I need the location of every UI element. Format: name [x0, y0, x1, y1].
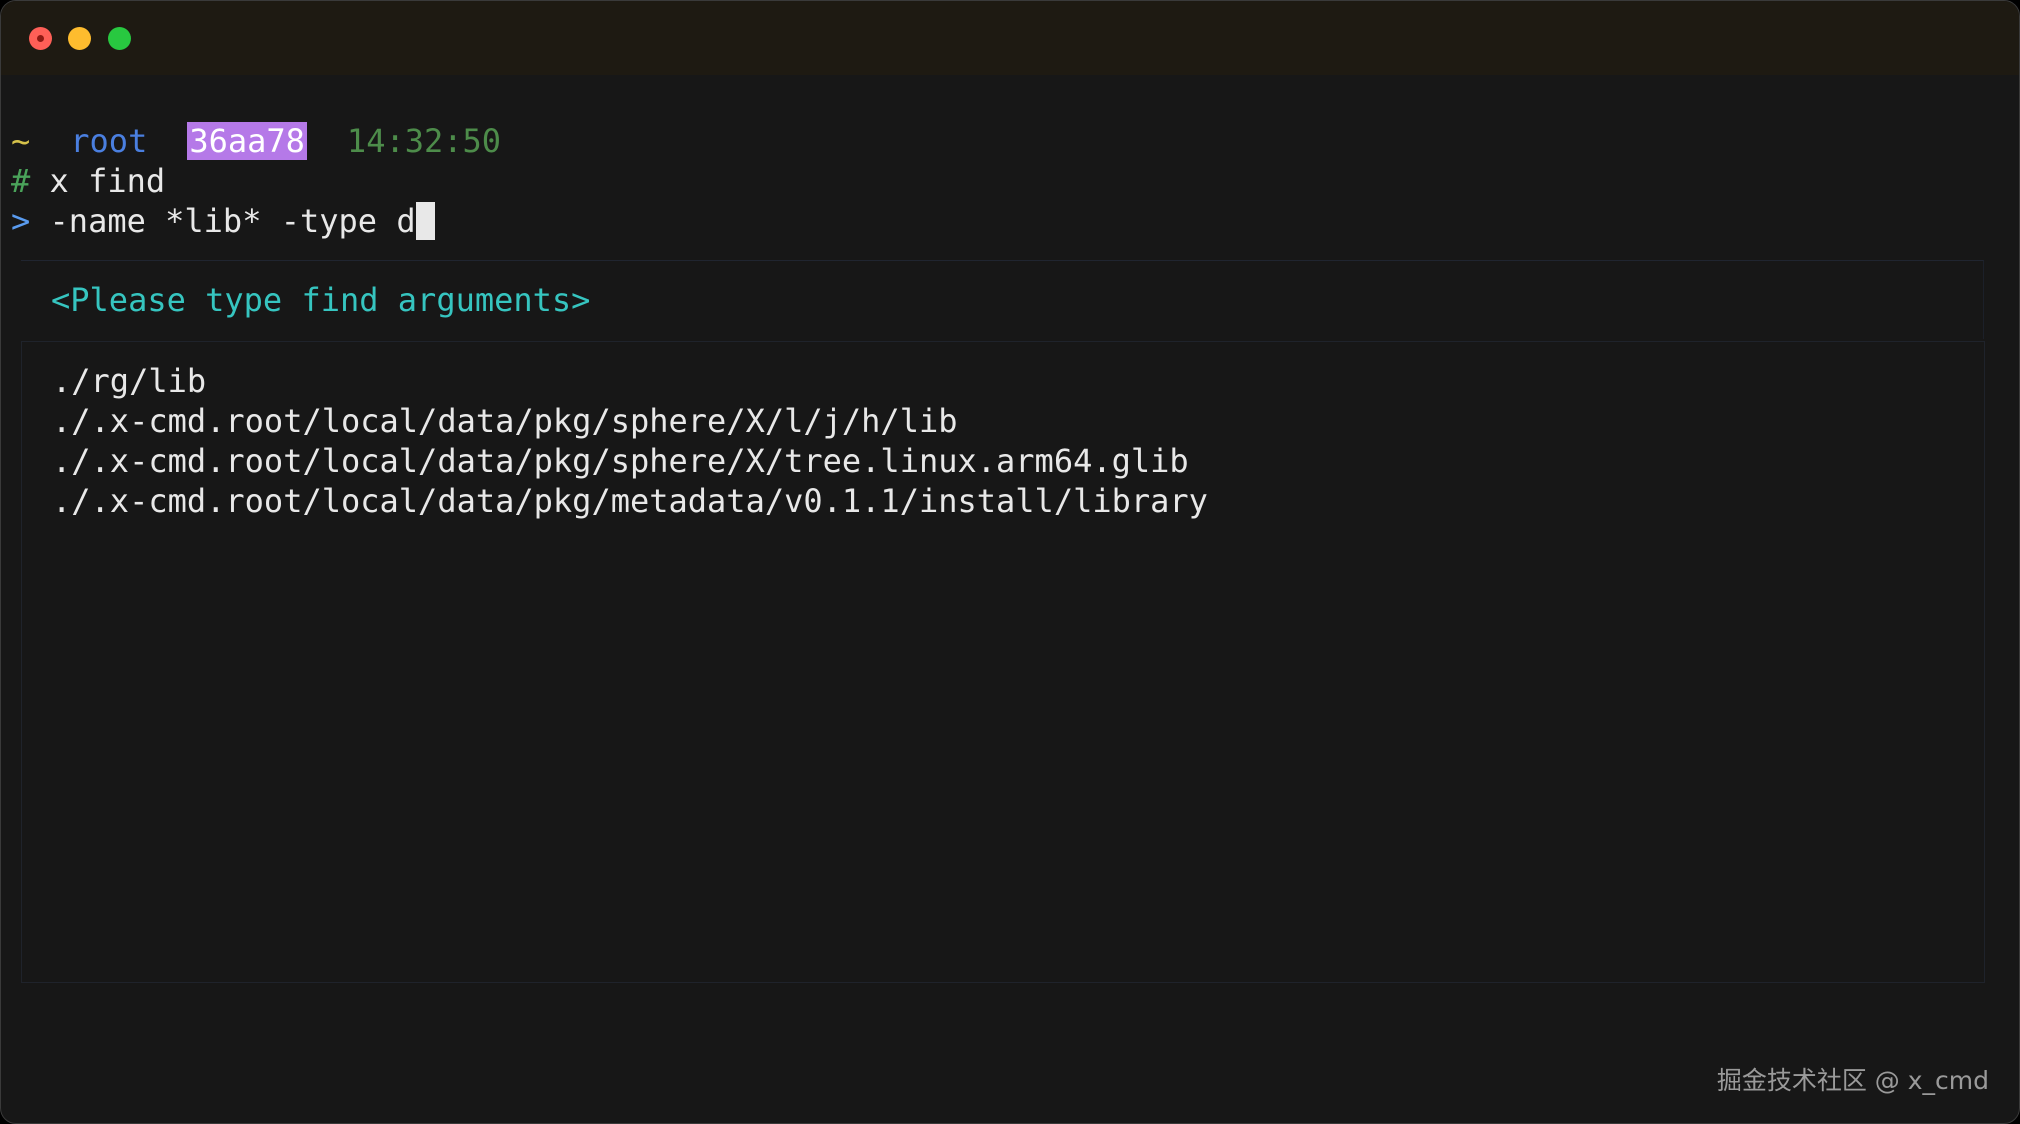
command-symbol: # [11, 162, 31, 200]
shell-prompt: ~ root 36aa78 14:32:50 [11, 121, 501, 161]
results-panel: ./rg/lib ./.x-cmd.root/local/data/pkg/sp… [21, 341, 1985, 983]
minimize-button[interactable] [68, 27, 91, 50]
command-text: x find [49, 162, 166, 200]
argument-input-line[interactable]: > -name *lib* -type d [11, 201, 435, 241]
argument-input-value[interactable]: -name *lib* -type d [50, 202, 416, 240]
result-item[interactable]: ./.x-cmd.root/local/data/pkg/metadata/v0… [52, 481, 1208, 521]
prompt-user: root [70, 122, 148, 160]
close-button[interactable] [29, 27, 52, 50]
zoom-button[interactable] [108, 27, 131, 50]
input-symbol: > [11, 202, 31, 240]
prompt-host-badge: 36aa78 [187, 122, 307, 160]
home-directory-indicator: ~ [11, 122, 31, 160]
command-line: # x find [11, 161, 165, 201]
title-bar[interactable] [1, 1, 2019, 75]
hint-panel: <Please type find arguments> [21, 260, 1984, 339]
result-item[interactable]: ./.x-cmd.root/local/data/pkg/sphere/X/tr… [52, 441, 1189, 481]
prompt-time: 14:32:50 [346, 122, 502, 160]
text-cursor [415, 202, 435, 240]
result-item[interactable]: ./rg/lib [52, 361, 206, 401]
terminal-window: ~ root 36aa78 14:32:50 # x find > -name *li… [0, 0, 2020, 1124]
result-item[interactable]: ./.x-cmd.root/local/data/pkg/sphere/X/l/… [52, 401, 957, 441]
hint-text: <Please type find arguments> [51, 281, 591, 319]
watermark: 掘金技术社区 @ x_cmd [1716, 1066, 1989, 1095]
